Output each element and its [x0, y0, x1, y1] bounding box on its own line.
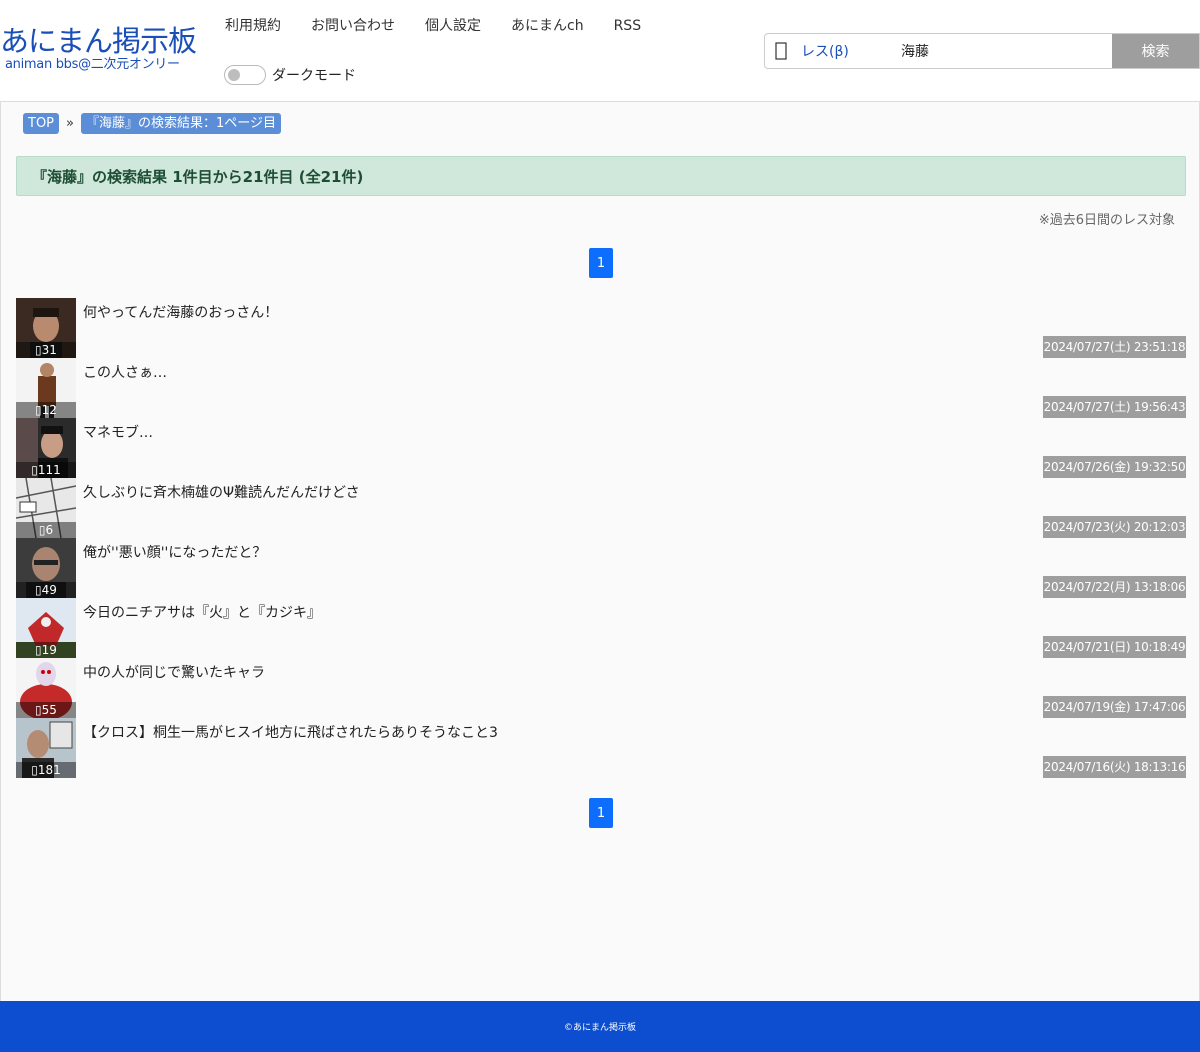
site-header: あにまん掲示板 animan bbs@二次元オンリー 利用規約 お問い合わせ 個… [0, 0, 1200, 101]
logo-title[interactable]: あにまん掲示板 [0, 24, 205, 58]
thread-row[interactable]: ▯12 この人さぁ… 2024/07/27(土) 19:56:43 [16, 358, 1186, 418]
thread-thumbnail[interactable]: ▯55 [16, 658, 76, 718]
thread-thumbnail[interactable]: ▯19 [16, 598, 76, 658]
thread-thumbnail[interactable]: ▯181 [16, 718, 76, 778]
search-bar: レス(β) 検索 [764, 33, 1200, 69]
site-logo[interactable]: あにまん掲示板 animan bbs@二次元オンリー [0, 24, 205, 72]
thread-title[interactable]: 【クロス】桐生一馬がヒスイ地方に飛ばされたらありそうなこと3 [83, 722, 498, 742]
breadcrumb-separator: » [66, 116, 74, 131]
nav-terms[interactable]: 利用規約 [225, 16, 281, 36]
thread-thumbnail[interactable]: ▯111 [16, 418, 76, 478]
breadcrumb-top[interactable]: TOP [23, 113, 60, 134]
nav-animanch[interactable]: あにまんch [511, 16, 584, 36]
thread-date: 2024/07/21(日) 10:18:49 [1043, 636, 1186, 658]
thread-title[interactable]: 俺が''悪い顔''になっただと？ [83, 542, 266, 562]
thread-title[interactable]: 今日のニチアサは『火』と『カジキ』 [83, 602, 321, 622]
thread-row[interactable]: ▯181 【クロス】桐生一馬がヒスイ地方に飛ばされたらありそうなこと3 2024… [16, 718, 1186, 778]
nav-contact[interactable]: お問い合わせ [311, 16, 395, 36]
switch-knob [228, 69, 240, 81]
breadcrumb-current[interactable]: 『海藤』の検索結果：1ページ目 [80, 113, 281, 134]
search-input[interactable] [901, 34, 1112, 68]
top-nav: 利用規約 お問い合わせ 個人設定 あにまんch RSS [225, 16, 671, 36]
reply-count: ▯181 [16, 762, 76, 778]
result-header-box: 『海藤』の検索結果 1件目から21件目 (全21件) [16, 156, 1186, 196]
copyright: ©あにまん掲示板 [563, 1023, 636, 1033]
pagination-top-page[interactable]: 1 [589, 248, 613, 278]
thread-date: 2024/07/16(火) 18:13:16 [1043, 756, 1186, 778]
reply-count: ▯49 [16, 582, 76, 598]
thread-date: 2024/07/19(金) 17:47:06 [1043, 696, 1186, 718]
thread-date: 2024/07/23(火) 20:12:03 [1043, 516, 1186, 538]
reply-count: ▯31 [16, 342, 76, 358]
thread-thumbnail[interactable]: ▯12 [16, 358, 76, 418]
site-footer: ©あにまん掲示板 [0, 1001, 1200, 1052]
breadcrumb: TOP » 『海藤』の検索結果：1ページ目 [23, 113, 281, 134]
reply-count: ▯55 [16, 702, 76, 718]
thread-title[interactable]: 久しぶりに斉木楠雄のΨ難読んだんだけどさ [83, 482, 360, 502]
thread-row[interactable]: ▯6 久しぶりに斉木楠雄のΨ難読んだんだけどさ 2024/07/23(火) 20… [16, 478, 1186, 538]
pagination-bottom-page[interactable]: 1 [589, 798, 613, 828]
thread-row[interactable]: ▯49 俺が''悪い顔''になっただと？ 2024/07/22(月) 13:18… [16, 538, 1186, 598]
reply-count: ▯111 [16, 462, 76, 478]
thread-title[interactable]: マネモブ… [83, 422, 153, 442]
thread-title[interactable]: 何やってんだ海藤のおっさん！ [83, 302, 278, 322]
thread-date: 2024/07/27(土) 19:56:43 [1043, 396, 1186, 418]
thread-row[interactable]: ▯31 何やってんだ海藤のおっさん！ 2024/07/27(土) 23:51:1… [16, 298, 1186, 358]
nav-settings[interactable]: 個人設定 [425, 16, 481, 36]
search-button[interactable]: 検索 [1112, 34, 1199, 68]
reply-count: ▯12 [16, 402, 76, 418]
result-header: 『海藤』の検索結果 1件目から21件目 (全21件) [32, 167, 364, 186]
search-type-select[interactable]: レス(β) [797, 34, 901, 68]
thread-list: ▯31 何やってんだ海藤のおっさん！ 2024/07/27(土) 23:51:1… [16, 298, 1186, 778]
nav-rss[interactable]: RSS [614, 16, 642, 36]
reply-count: ▯6 [16, 522, 76, 538]
thread-row[interactable]: ▯19 今日のニチアサは『火』と『カジキ』 2024/07/21(日) 10:1… [16, 598, 1186, 658]
thread-date: 2024/07/22(月) 13:18:06 [1043, 576, 1186, 598]
thread-thumbnail[interactable]: ▯31 [16, 298, 76, 358]
thread-row[interactable]: ▯55 中の人が同じで驚いたキャラ 2024/07/19(金) 17:47:06 [16, 658, 1186, 718]
thread-date: 2024/07/26(金) 19:32:50 [1043, 456, 1186, 478]
thread-thumbnail[interactable]: ▯49 [16, 538, 76, 598]
dark-mode-switch[interactable] [224, 65, 266, 85]
thread-title[interactable]: この人さぁ… [83, 362, 167, 382]
thread-thumbnail[interactable]: ▯6 [16, 478, 76, 538]
dark-mode-toggle[interactable]: ダークモード [224, 65, 356, 85]
reply-count: ▯19 [16, 642, 76, 658]
logo-subtitle[interactable]: animan bbs@二次元オンリー [5, 58, 205, 72]
thread-row[interactable]: ▯111 マネモブ… 2024/07/26(金) 19:32:50 [16, 418, 1186, 478]
dark-mode-label: ダークモード [272, 68, 356, 84]
search-icon [765, 34, 797, 68]
thread-date: 2024/07/27(土) 23:51:18 [1043, 336, 1186, 358]
search-scope-note: ※過去6日間のレス対象 [1038, 213, 1175, 228]
main-content: TOP » 『海藤』の検索結果：1ページ目 『海藤』の検索結果 1件目から21件… [0, 101, 1200, 1001]
thread-title[interactable]: 中の人が同じで驚いたキャラ [83, 662, 265, 682]
